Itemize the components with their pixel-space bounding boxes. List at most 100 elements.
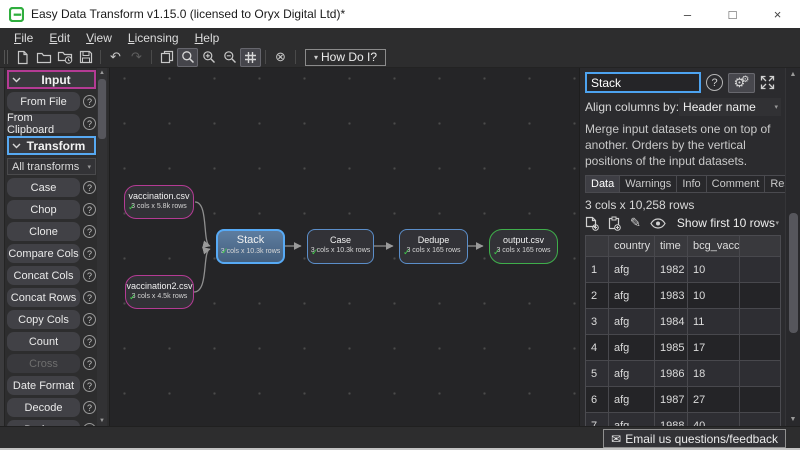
- menu-licensing[interactable]: Licensing: [120, 31, 187, 45]
- align-columns-select[interactable]: Header name ▾: [679, 98, 781, 116]
- undo-button[interactable]: ↶: [105, 48, 126, 67]
- table-row[interactable]: 6 afg 1987 27: [586, 387, 780, 413]
- sidebar-scrollbar[interactable]: ▲ ▼: [97, 68, 107, 426]
- cancel-button[interactable]: ⊗: [270, 48, 291, 67]
- show-rows-select[interactable]: Show first 10 rows ▾: [675, 216, 781, 230]
- new-file-button[interactable]: [12, 48, 33, 67]
- minimize-button[interactable]: –: [665, 0, 710, 28]
- date-format-button[interactable]: Date Format: [7, 376, 80, 395]
- scroll-down-icon[interactable]: ▼: [99, 416, 105, 426]
- tab-comment[interactable]: Comment: [706, 175, 766, 193]
- panel-tabs: Data Warnings Info Comment Results: [585, 175, 781, 193]
- help-icon[interactable]: ?: [83, 335, 96, 348]
- menu-file[interactable]: File: [6, 31, 41, 45]
- help-icon[interactable]: ?: [83, 225, 96, 238]
- scrollbar-thumb[interactable]: [789, 213, 798, 333]
- settings-gears-button[interactable]: ⚙⚙: [728, 73, 755, 93]
- copy-cols-button[interactable]: Copy Cols: [7, 310, 80, 329]
- sidebar-section-input[interactable]: Input: [7, 70, 96, 89]
- help-icon[interactable]: ?: [83, 291, 96, 304]
- from-clipboard-button[interactable]: From Clipboard: [7, 114, 80, 133]
- node-case[interactable]: Case 3 cols x 10.3k rows ✓: [307, 229, 374, 264]
- row-number-cell: 4: [586, 335, 609, 361]
- tab-warnings[interactable]: Warnings: [619, 175, 677, 193]
- sidebar-item-cross: Cross ?: [7, 354, 96, 373]
- count-button[interactable]: Count: [7, 332, 80, 351]
- how-do-i-button[interactable]: ▾ How Do I?: [305, 49, 386, 66]
- pan-zoom-button[interactable]: [177, 48, 198, 67]
- panel-scrollbar[interactable]: ▲ ▼: [785, 68, 800, 426]
- copy-clipboard-icon[interactable]: [608, 216, 621, 231]
- scroll-up-icon[interactable]: ▲: [786, 71, 800, 78]
- menu-view[interactable]: View: [78, 31, 120, 45]
- node-vaccination-csv[interactable]: vaccination.csv 3 cols x 5.8k rows ✓: [124, 185, 194, 219]
- node-canvas[interactable]: vaccination.csv 3 cols x 5.8k rows ✓ vac…: [110, 68, 579, 426]
- toolbar-grip[interactable]: [4, 50, 8, 64]
- from-file-button[interactable]: From File: [7, 92, 80, 111]
- table-row[interactable]: 3 afg 1984 11: [586, 309, 780, 335]
- column-header-bcg-vacc[interactable]: bcg_vacc: [688, 236, 740, 257]
- node-dedupe[interactable]: Dedupe 3 cols x 165 rows ✓: [399, 229, 468, 264]
- check-icon: ✓: [128, 202, 136, 213]
- save-button[interactable]: [75, 48, 96, 67]
- sidebar-section-transform[interactable]: Transform: [7, 136, 96, 155]
- export-file-icon[interactable]: [585, 216, 599, 231]
- tab-info[interactable]: Info: [676, 175, 706, 193]
- tab-data[interactable]: Data: [585, 175, 620, 193]
- clone-button[interactable]: Clone: [7, 222, 80, 241]
- table-row[interactable]: 2 afg 1983 10: [586, 283, 780, 309]
- toolbar-separator: [100, 50, 101, 64]
- zoom-out-button[interactable]: [219, 48, 240, 67]
- help-icon[interactable]: ?: [83, 269, 96, 282]
- node-vaccination2-csv[interactable]: vaccination2.csv 3 cols x 4.5k rows ✓: [125, 275, 194, 309]
- chop-button[interactable]: Chop: [7, 200, 80, 219]
- column-header-country[interactable]: country: [609, 236, 655, 257]
- zoom-in-button[interactable]: [198, 48, 219, 67]
- case-button[interactable]: Case: [7, 178, 80, 197]
- help-icon[interactable]: ?: [83, 379, 96, 392]
- help-icon[interactable]: ?: [83, 203, 96, 216]
- scroll-up-icon[interactable]: ▲: [99, 68, 105, 78]
- node-name-input[interactable]: [585, 72, 701, 93]
- help-icon[interactable]: ?: [83, 401, 96, 414]
- concat-cols-button[interactable]: Concat Cols: [7, 266, 80, 285]
- sidebar-splitter[interactable]: [0, 68, 5, 426]
- toggle-grid-button[interactable]: [240, 48, 261, 67]
- help-icon[interactable]: ?: [83, 313, 96, 326]
- help-icon[interactable]: ?: [83, 247, 96, 260]
- table-row[interactable]: 1 afg 1982 10: [586, 257, 780, 283]
- edit-pencil-icon[interactable]: ✎: [630, 215, 641, 231]
- menu-edit[interactable]: Edit: [41, 31, 78, 45]
- decode-button[interactable]: Decode: [7, 398, 80, 417]
- row-number-header[interactable]: [586, 236, 609, 257]
- expand-panel-button[interactable]: [760, 73, 775, 93]
- transform-filter-select[interactable]: All transforms ▾: [7, 158, 96, 175]
- close-button[interactable]: ×: [755, 0, 800, 28]
- open-file-button[interactable]: [33, 48, 54, 67]
- node-stack-selected[interactable]: Stack 3 cols x 10.3k rows ✓: [216, 229, 285, 264]
- table-row[interactable]: 5 afg 1986 18: [586, 361, 780, 387]
- open-recent-button[interactable]: [54, 48, 75, 67]
- scroll-down-icon[interactable]: ▼: [786, 416, 800, 423]
- help-icon[interactable]: ?: [83, 357, 96, 370]
- scrollbar-thumb[interactable]: [98, 79, 106, 139]
- menu-help[interactable]: Help: [187, 31, 228, 45]
- maximize-button[interactable]: □: [710, 0, 755, 28]
- redo-button[interactable]: ↷: [126, 48, 147, 67]
- table-row[interactable]: 4 afg 1985 17: [586, 335, 780, 361]
- table-cell-filler: [740, 335, 780, 361]
- help-icon[interactable]: ?: [83, 95, 96, 108]
- column-header-time[interactable]: time: [655, 236, 688, 257]
- sidebar-item-compare-cols: Compare Cols ?: [7, 244, 96, 263]
- table-cell: 11: [688, 309, 740, 335]
- help-icon[interactable]: ?: [83, 181, 96, 194]
- concat-rows-button[interactable]: Concat Rows: [7, 288, 80, 307]
- help-icon[interactable]: ?: [706, 74, 723, 91]
- node-output-csv[interactable]: output.csv 3 cols x 165 rows ✓: [489, 229, 558, 264]
- sidebar-item-decode: Decode ?: [7, 398, 96, 417]
- compare-cols-button[interactable]: Compare Cols: [7, 244, 80, 263]
- email-feedback-button[interactable]: ✉ Email us questions/feedback: [603, 429, 786, 448]
- duplicate-button[interactable]: [156, 48, 177, 67]
- help-icon[interactable]: ?: [83, 117, 96, 130]
- view-eye-icon[interactable]: [650, 218, 666, 229]
